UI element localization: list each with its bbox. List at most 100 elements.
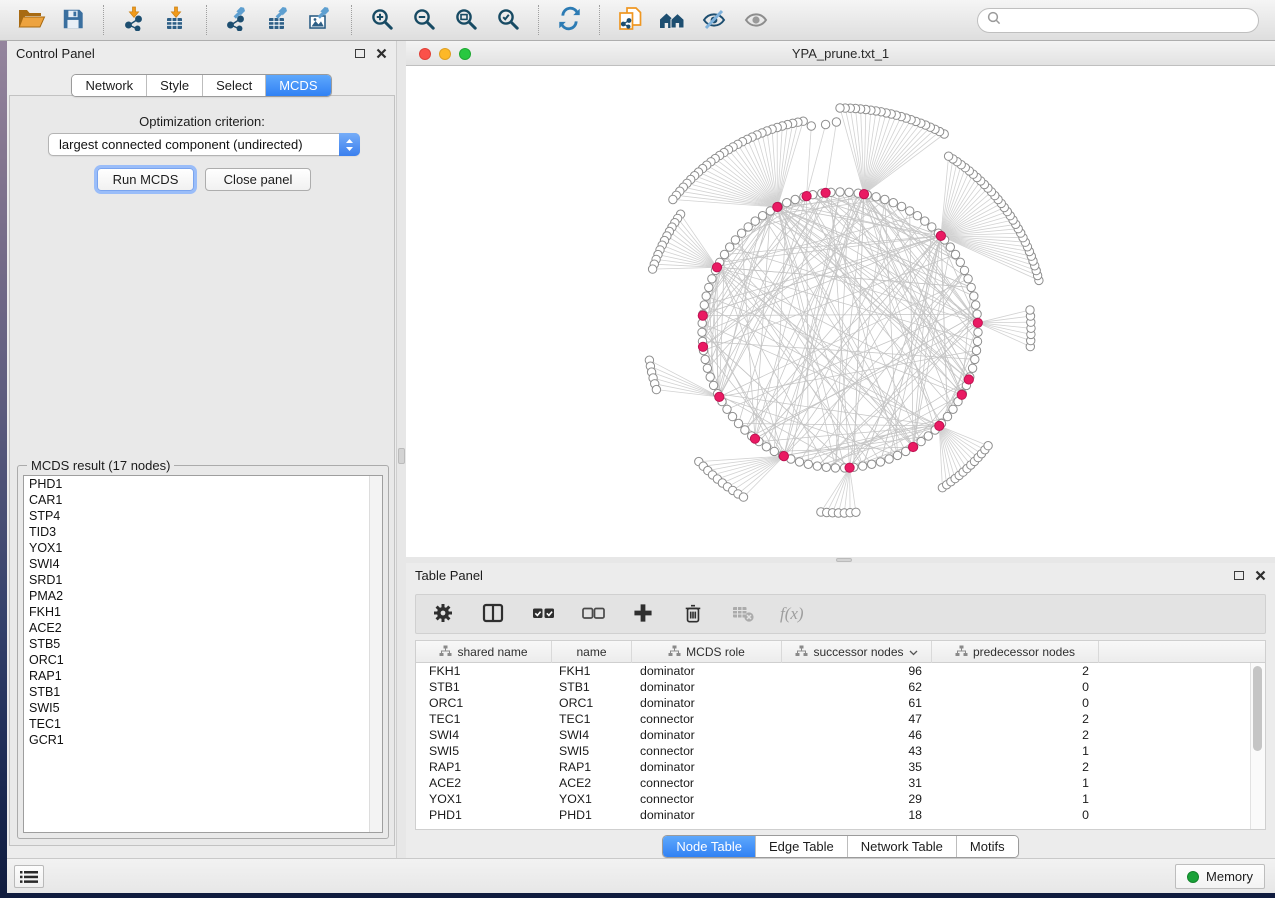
table-row[interactable]: ORC1ORC1dominator610	[416, 695, 1265, 711]
mcds-result-item[interactable]: ACE2	[24, 620, 382, 636]
cell-predecessor-nodes[interactable]: 0	[932, 695, 1099, 711]
task-history-button[interactable]	[14, 865, 44, 888]
mcds-result-item[interactable]: ORC1	[24, 652, 382, 668]
cell-MCDS-role[interactable]: dominator	[632, 759, 782, 775]
cell-predecessor-nodes[interactable]: 1	[932, 775, 1099, 791]
column-header-predecessor-nodes[interactable]: predecessor nodes	[932, 641, 1099, 663]
mcds-result-item[interactable]: STP4	[24, 508, 382, 524]
cell-name[interactable]: PHD1	[552, 807, 632, 823]
mcds-result-item[interactable]: TID3	[24, 524, 382, 540]
cell-predecessor-nodes[interactable]: 1	[932, 791, 1099, 807]
table-row[interactable]: PHD1PHD1dominator180	[416, 807, 1265, 823]
table-row[interactable]: RAP1RAP1dominator352	[416, 759, 1265, 775]
mcds-result-item[interactable]: RAP1	[24, 668, 382, 684]
graph-hub-node[interactable]	[698, 311, 707, 320]
import-network-button[interactable]	[113, 2, 155, 38]
table-row[interactable]: YOX1YOX1connector291	[416, 791, 1265, 807]
cell-successor-nodes[interactable]: 96	[782, 663, 932, 679]
cell-predecessor-nodes[interactable]: 2	[932, 711, 1099, 727]
mcds-result-item[interactable]: TEC1	[24, 716, 382, 732]
cell-successor-nodes[interactable]: 47	[782, 711, 932, 727]
mcds-result-item[interactable]: YOX1	[24, 540, 382, 556]
export-table-button[interactable]	[258, 2, 300, 38]
zoom-out-button[interactable]	[403, 2, 445, 38]
graph-hub-node[interactable]	[909, 442, 918, 451]
tab-network[interactable]: Network	[72, 75, 146, 96]
mcds-result-item[interactable]: FKH1	[24, 604, 382, 620]
cell-shared-name[interactable]: SWI5	[416, 743, 552, 759]
new-network-from-selection-button[interactable]	[609, 2, 651, 38]
table-row[interactable]: SWI5SWI5connector431	[416, 743, 1265, 759]
criterion-dropdown[interactable]: largest connected component (undirected)	[48, 133, 360, 156]
show-graphics-details-button[interactable]	[735, 2, 777, 38]
graph-hub-node[interactable]	[821, 188, 830, 197]
mcds-result-item[interactable]: STB1	[24, 684, 382, 700]
cell-MCDS-role[interactable]: dominator	[632, 727, 782, 743]
cell-successor-nodes[interactable]: 62	[782, 679, 932, 695]
mcds-result-item[interactable]: STB5	[24, 636, 382, 652]
tab-edge-table[interactable]: Edge Table	[755, 836, 847, 857]
graph-hub-node[interactable]	[750, 434, 759, 443]
cell-shared-name[interactable]: FKH1	[416, 663, 552, 679]
cell-predecessor-nodes[interactable]: 2	[932, 759, 1099, 775]
float-panel-icon[interactable]	[1234, 571, 1244, 580]
network-view-titlebar[interactable]: YPA_prune.txt_1	[406, 41, 1275, 66]
cell-successor-nodes[interactable]: 35	[782, 759, 932, 775]
cell-MCDS-role[interactable]: connector	[632, 743, 782, 759]
table-row[interactable]: ACE2ACE2connector311	[416, 775, 1265, 791]
column-header-successor-nodes[interactable]: successor nodes	[782, 641, 932, 663]
cell-name[interactable]: YOX1	[552, 791, 632, 807]
cell-predecessor-nodes[interactable]: 2	[932, 727, 1099, 743]
mcds-result-item[interactable]: GCR1	[24, 732, 382, 748]
graph-hub-node[interactable]	[779, 452, 788, 461]
table-mode-gear-button[interactable]	[430, 601, 456, 627]
apply-preferred-layout-button[interactable]	[548, 2, 590, 38]
cell-successor-nodes[interactable]: 46	[782, 727, 932, 743]
tab-network-table[interactable]: Network Table	[847, 836, 956, 857]
cell-name[interactable]: ACE2	[552, 775, 632, 791]
maximize-window-icon[interactable]	[459, 48, 471, 60]
cell-shared-name[interactable]: SWI4	[416, 727, 552, 743]
tab-select[interactable]: Select	[202, 75, 265, 96]
graph-hub-node[interactable]	[773, 202, 782, 211]
zoom-selected-button[interactable]	[487, 2, 529, 38]
cell-name[interactable]: SWI4	[552, 727, 632, 743]
close-panel-icon[interactable]	[1255, 570, 1266, 581]
tab-node-table[interactable]: Node Table	[663, 836, 755, 857]
cell-successor-nodes[interactable]: 31	[782, 775, 932, 791]
cell-predecessor-nodes[interactable]: 0	[932, 679, 1099, 695]
mcds-result-item[interactable]: SWI4	[24, 556, 382, 572]
network-canvas[interactable]	[406, 66, 1275, 557]
graph-hub-node[interactable]	[936, 231, 945, 240]
cell-predecessor-nodes[interactable]: 0	[932, 807, 1099, 823]
graph-hub-node[interactable]	[802, 192, 811, 201]
create-column-button[interactable]	[630, 601, 656, 627]
minimize-window-icon[interactable]	[439, 48, 451, 60]
graph-hub-node[interactable]	[845, 463, 854, 472]
zoom-in-button[interactable]	[361, 2, 403, 38]
cell-MCDS-role[interactable]: dominator	[632, 679, 782, 695]
cell-name[interactable]: SWI5	[552, 743, 632, 759]
close-panel-icon[interactable]	[376, 48, 387, 59]
graph-hub-node[interactable]	[935, 421, 944, 430]
cell-MCDS-role[interactable]: dominator	[632, 807, 782, 823]
cell-MCDS-role[interactable]: connector	[632, 775, 782, 791]
search-box[interactable]	[977, 8, 1259, 33]
first-neighbors-button[interactable]	[651, 2, 693, 38]
cell-MCDS-role[interactable]: dominator	[632, 663, 782, 679]
graph-hub-node[interactable]	[964, 375, 973, 384]
hide-graphics-details-button[interactable]	[693, 2, 735, 38]
table-scrollbar[interactable]	[1250, 663, 1265, 829]
tab-mcds[interactable]: MCDS	[265, 75, 330, 96]
graph-hub-node[interactable]	[712, 263, 721, 272]
cell-shared-name[interactable]: ORC1	[416, 695, 552, 711]
import-table-button[interactable]	[155, 2, 197, 38]
graph-hub-node[interactable]	[957, 390, 966, 399]
graph-hub-node[interactable]	[715, 392, 724, 401]
graph-hub-node[interactable]	[698, 342, 707, 351]
table-row[interactable]: TEC1TEC1connector472	[416, 711, 1265, 727]
cell-successor-nodes[interactable]: 61	[782, 695, 932, 711]
cell-shared-name[interactable]: PHD1	[416, 807, 552, 823]
cell-name[interactable]: TEC1	[552, 711, 632, 727]
cell-name[interactable]: FKH1	[552, 663, 632, 679]
